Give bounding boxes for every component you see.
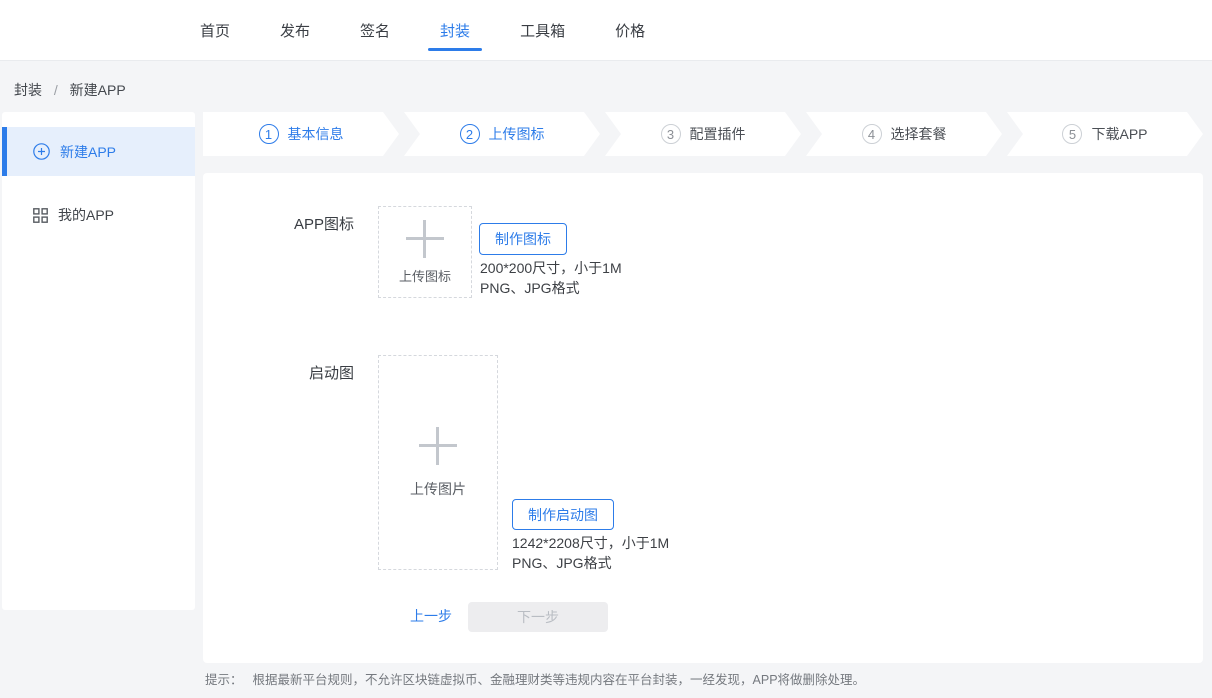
breadcrumb-separator: / [54,82,58,98]
sidebar-item-label: 我的APP [58,205,114,225]
nav-item-publish[interactable]: 发布 [280,0,310,60]
sidebar-item-my-app[interactable]: 我的APP [2,200,195,230]
sidebar: 新建APP 我的APP [2,112,195,610]
nav-item-price[interactable]: 价格 [615,0,645,60]
nav-item-home[interactable]: 首页 [200,0,230,60]
breadcrumb: 封装 / 新建APP [14,80,126,100]
launch-image-label: 启动图 [203,362,354,383]
hint-line: 200*200尺寸，小于1M [480,258,622,278]
step-wizard: 1 基本信息 2 上传图标 3 配置插件 4 选择套餐 5 下载APP [203,112,1203,156]
step-label: 下载APP [1091,124,1147,144]
step-label: 上传图标 [489,124,545,144]
wizard-step-basic-info: 1 基本信息 [203,112,399,156]
plus-icon [419,427,457,465]
hint-line: 1242*2208尺寸，小于1M [512,533,669,553]
step-number-badge: 2 [460,124,480,144]
step-number-badge: 4 [862,124,882,144]
step-label: 基本信息 [288,124,344,144]
breadcrumb-section[interactable]: 封装 [14,82,42,98]
sidebar-item-new-app[interactable]: 新建APP [2,127,195,176]
main-panel: APP图标 上传图标 制作图标 200*200尺寸，小于1M PNG、JPG格式… [203,173,1203,663]
make-launch-image-button[interactable]: 制作启动图 [512,499,614,530]
wizard-step-download-app: 5 下载APP [1007,112,1203,156]
plus-icon [406,220,444,258]
hint-line: PNG、JPG格式 [480,278,622,298]
footer-notice-prefix: 提示： [205,673,243,687]
grid-icon [33,208,48,223]
launch-image-hint: 1242*2208尺寸，小于1M PNG、JPG格式 [512,533,669,573]
nav-item-package[interactable]: 封装 [440,0,470,60]
breadcrumb-current: 新建APP [70,82,126,98]
prev-step-link[interactable]: 上一步 [410,606,452,626]
nav-item-sign[interactable]: 签名 [360,0,390,60]
app-icon-hint: 200*200尺寸，小于1M PNG、JPG格式 [480,258,622,298]
wizard-step-select-plan: 4 选择套餐 [806,112,1002,156]
wizard-step-upload-icon: 2 上传图标 [404,112,600,156]
wizard-step-configure-plugins: 3 配置插件 [605,112,801,156]
footer-notice-text: 根据最新平台规则，不允许区块链虚拟币、金融理财类等违规内容在平台封装，一经发现，… [253,673,866,687]
step-number-badge: 3 [661,124,681,144]
step-number-badge: 5 [1062,124,1082,144]
main-nav: 首页 发布 签名 封装 工具箱 价格 [0,0,1212,60]
step-label: 选择套餐 [891,124,947,144]
plus-circle-icon [33,143,50,160]
make-icon-button[interactable]: 制作图标 [479,223,567,255]
step-label: 配置插件 [690,124,746,144]
sidebar-item-label: 新建APP [60,142,116,162]
footer-notice: 提示： 根据最新平台规则，不允许区块链虚拟币、金融理财类等违规内容在平台封装，一经… [205,669,865,688]
nav-item-toolbox[interactable]: 工具箱 [520,0,565,60]
next-step-button[interactable]: 下一步 [468,602,608,632]
step-number-badge: 1 [259,124,279,144]
upload-box-text: 上传图标 [399,266,451,285]
upload-box-text: 上传图片 [410,479,466,499]
top-header: 首页 发布 签名 封装 工具箱 价格 [0,0,1212,61]
hint-line: PNG、JPG格式 [512,553,669,573]
launch-image-upload-box[interactable]: 上传图片 [378,355,498,570]
app-icon-label: APP图标 [203,213,354,234]
app-icon-upload-box[interactable]: 上传图标 [378,206,472,298]
